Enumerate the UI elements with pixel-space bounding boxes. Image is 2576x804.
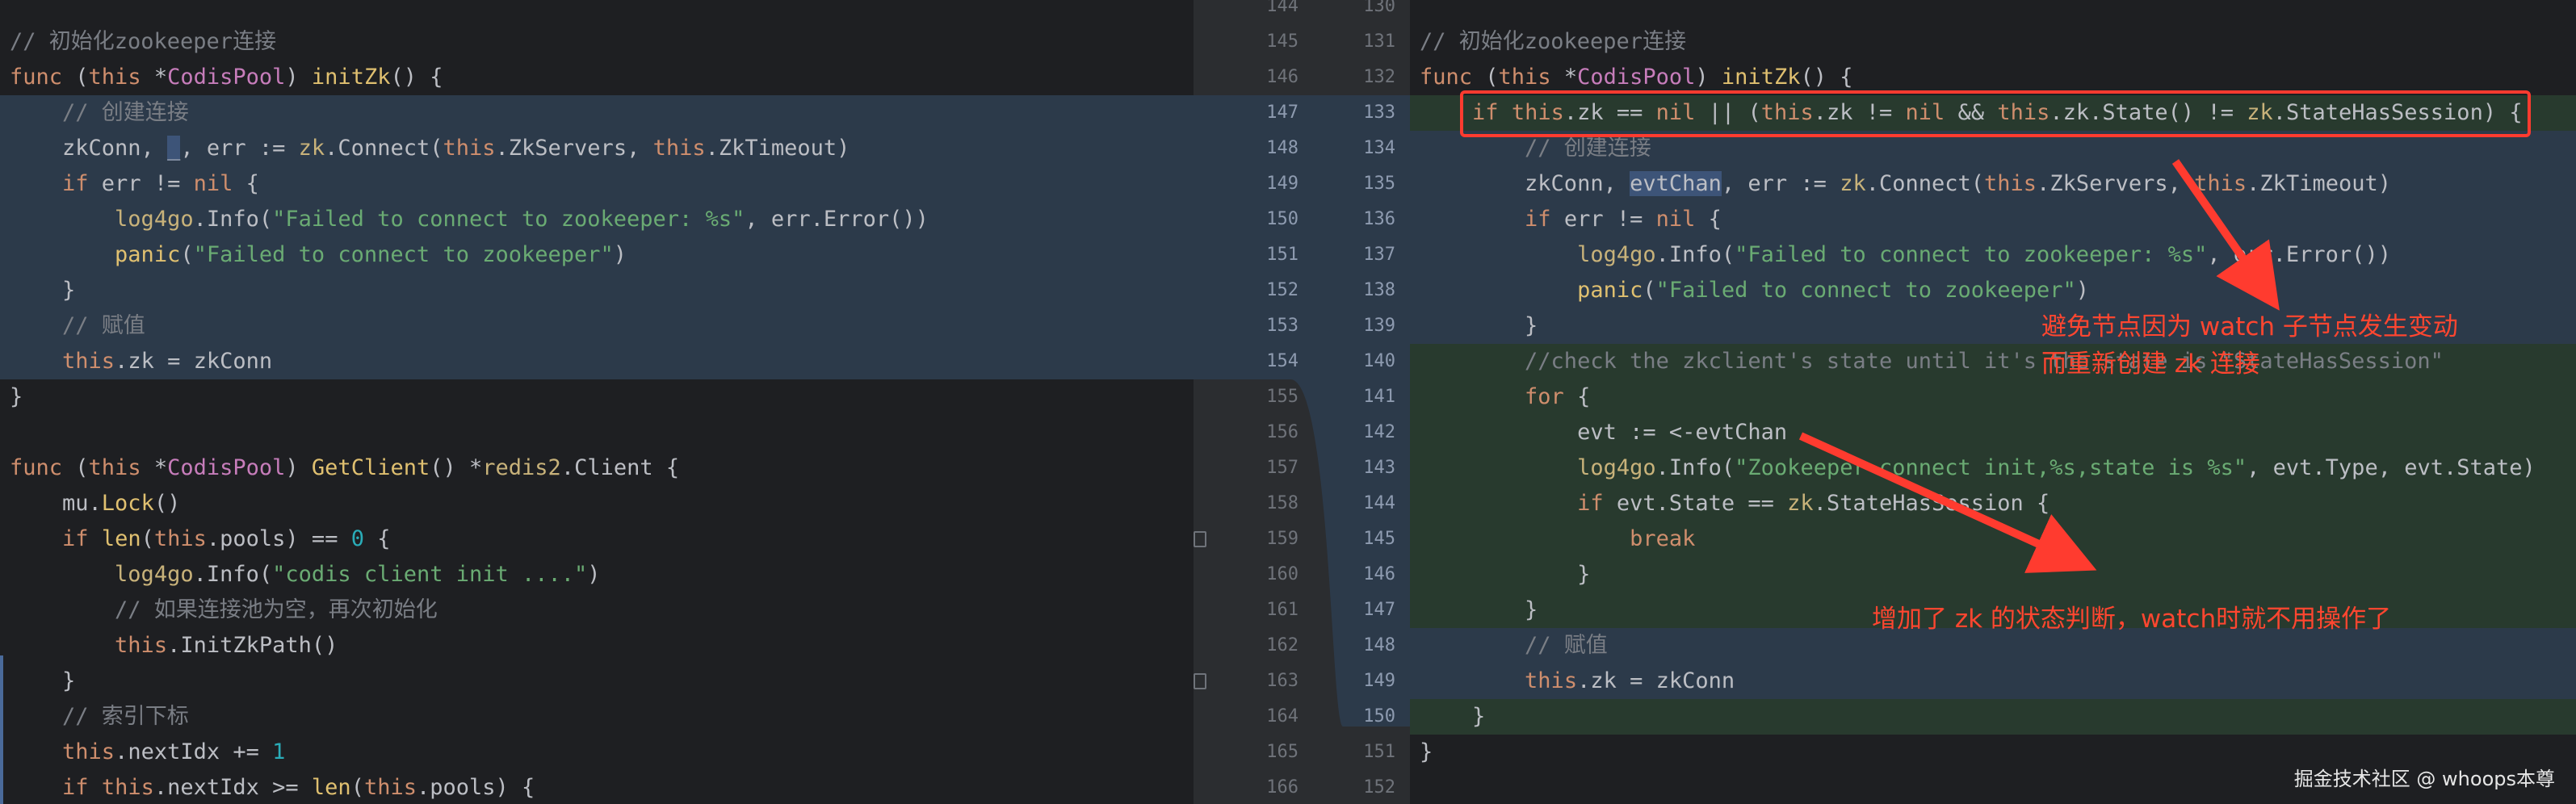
line-number: 158 (1266, 493, 1298, 513)
line-number: 149 (1363, 671, 1395, 691)
line-number: 147 (1363, 600, 1395, 620)
line-number: 136 (1363, 209, 1395, 229)
line-number: 130 (1363, 0, 1395, 16)
watermark: 掘金技术社区 @ whoops本尊 (2293, 768, 2555, 790)
annotation-text: 增加了 zk 的状态判断，watch时就不用操作了 (1872, 605, 2392, 634)
line-number: 148 (1266, 138, 1298, 158)
line-number: 150 (1363, 706, 1395, 727)
line-number: 151 (1363, 742, 1395, 762)
code-line[interactable]: for { (1410, 379, 2576, 415)
code-line[interactable]: this.zk = zkConn (1410, 664, 2576, 699)
line-number: 156 (1266, 422, 1298, 442)
code-line[interactable]: //check the zkclient's state until it's … (1410, 344, 2576, 379)
line-number: 138 (1363, 280, 1395, 300)
code-line[interactable]: this.InitZkPath() (0, 628, 1194, 664)
line-number: 164 (1266, 706, 1298, 727)
line-number: 143 (1363, 458, 1395, 478)
line-number: 145 (1266, 31, 1298, 52)
code-line[interactable]: if len(this.pools) == 0 { (0, 521, 1194, 557)
line-number: 141 (1363, 387, 1395, 407)
code-line[interactable]: // 初始化zookeeper连接 (1410, 24, 2576, 60)
code-line[interactable]: break (1410, 521, 2576, 557)
code-line[interactable]: if this.nextIdx >= len(this.pools) { (0, 770, 1194, 804)
line-number: 145 (1363, 529, 1395, 549)
line-number: 135 (1363, 174, 1395, 194)
code-line[interactable]: log4go.Info("Zookeeper connect init,%s,s… (1410, 450, 2576, 486)
fold-icon[interactable] (1194, 531, 1206, 547)
line-number: 149 (1266, 174, 1298, 194)
code-line[interactable]: panic("Failed to connect to zookeeper") (0, 237, 1194, 273)
code-line[interactable]: // 如果连接池为空，再次初始化 (0, 593, 1194, 628)
code-line[interactable]: evt := <-evtChan (1410, 415, 2576, 450)
fold-icon[interactable] (1194, 673, 1206, 689)
code-line[interactable]: mu.Lock() (0, 486, 1194, 521)
code-line[interactable]: } (0, 379, 1194, 415)
code-line[interactable]: } (1410, 557, 2576, 593)
code-line[interactable]: } (0, 273, 1194, 308)
line-number: 133 (1363, 103, 1395, 123)
diff-gutter: 144 130 145 131 146 132 147 133 148 134 … (1194, 0, 1410, 804)
line-number: 139 (1363, 316, 1395, 336)
code-line[interactable]: panic("Failed to connect to zookeeper") (1410, 273, 2576, 308)
code-line[interactable]: if err != nil { (0, 166, 1194, 202)
line-number: 152 (1363, 777, 1395, 798)
line-number: 134 (1363, 138, 1395, 158)
line-number: 151 (1266, 245, 1298, 265)
line-number: 146 (1266, 67, 1298, 87)
line-number: 152 (1266, 280, 1298, 300)
line-number: 150 (1266, 209, 1298, 229)
line-number: 146 (1363, 564, 1395, 584)
code-line[interactable]: zkConn, evtChan, err := zk.Connect(this.… (1410, 166, 2576, 202)
line-number: 160 (1266, 564, 1298, 584)
highlight-box (1460, 90, 2531, 137)
line-number: 166 (1266, 777, 1298, 798)
line-number: 165 (1266, 742, 1298, 762)
code-line[interactable]: if evt.State == zk.StateHasSession { (1410, 486, 2576, 521)
code-line[interactable]: zkConn, _, err := zk.Connect(this.ZkServ… (0, 131, 1194, 166)
line-number: 163 (1266, 671, 1298, 691)
line-number: 157 (1266, 458, 1298, 478)
line-number: 153 (1266, 316, 1298, 336)
code-line[interactable]: log4go.Info("Failed to connect to zookee… (0, 202, 1194, 237)
code-line[interactable]: // 索引下标 (0, 699, 1194, 735)
code-line[interactable]: // 创建连接 (0, 95, 1194, 131)
line-number: 142 (1363, 422, 1395, 442)
line-number: 137 (1363, 245, 1395, 265)
line-number: 159 (1266, 529, 1298, 549)
line-number: 161 (1266, 600, 1298, 620)
line-number: 154 (1266, 351, 1298, 371)
line-number: 147 (1266, 103, 1298, 123)
code-line[interactable]: log4go.Info("codis client init ....") (0, 557, 1194, 593)
code-line[interactable]: if err != nil { (1410, 202, 2576, 237)
line-number: 155 (1266, 387, 1298, 407)
line-number: 140 (1363, 351, 1395, 371)
annotation-text: 而重新创建 zk 连接 (2041, 350, 2260, 379)
line-number: 144 (1266, 0, 1298, 16)
left-diff-pane[interactable]: // 初始化zookeeper连接 func (this *CodisPool)… (0, 0, 1194, 804)
code-line[interactable]: log4go.Info("Failed to connect to zookee… (1410, 237, 2576, 273)
code-line[interactable]: this.zk = zkConn (0, 344, 1194, 379)
code-line[interactable]: this.nextIdx += 1 (0, 735, 1194, 770)
code-line[interactable]: // 赋值 (0, 308, 1194, 344)
line-number: 148 (1363, 635, 1395, 655)
line-number: 162 (1266, 635, 1298, 655)
line-number: 131 (1363, 31, 1395, 52)
code-line[interactable]: } (0, 664, 1194, 699)
code-line[interactable]: } (1410, 699, 2576, 735)
annotation-text: 避免节点因为 watch 子节点发生变动 (2041, 312, 2458, 341)
line-number: 144 (1363, 493, 1395, 513)
code-line[interactable]: func (this *CodisPool) GetClient() *redi… (0, 450, 1194, 486)
code-line[interactable]: func (this *CodisPool) initZk() { (0, 60, 1194, 95)
line-number: 132 (1363, 67, 1395, 87)
code-line[interactable]: // 初始化zookeeper连接 (0, 24, 1194, 60)
